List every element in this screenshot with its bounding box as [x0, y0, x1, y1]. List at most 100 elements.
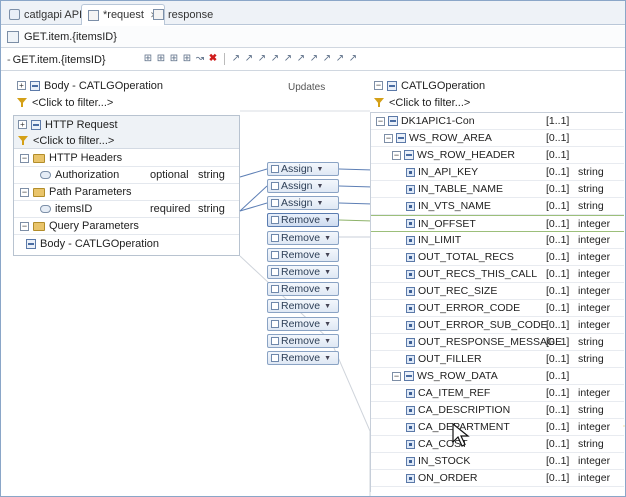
chevron-down-icon[interactable]: ▼	[324, 303, 331, 310]
field-cardinality: [0..1]	[546, 302, 570, 314]
tree-row-in-stock[interactable]: IN_STOCK [0..1] integer	[371, 453, 624, 470]
chevron-down-icon[interactable]: ▼	[324, 321, 331, 328]
assign-transform[interactable]: Assign ▼	[267, 196, 339, 210]
tree-row-in-offset[interactable]: IN_OFFSET [0..1] integer	[371, 215, 624, 232]
field-type: integer	[578, 387, 611, 399]
remove-transform[interactable]: Remove ▼	[267, 248, 339, 262]
field-type: integer	[578, 455, 611, 467]
field-cardinality: [0..1]	[546, 200, 570, 212]
tree-row-on-order[interactable]: ON_ORDER [0..1] integer	[371, 470, 624, 487]
tree-row-ca-cost[interactable]: CA_COST [0..1] string	[371, 436, 624, 453]
tree-row-out-total-recs[interactable]: OUT_TOTAL_RECS [0..1] integer	[371, 249, 624, 266]
transform-icon	[271, 302, 279, 310]
tree-row-ca-description[interactable]: CA_DESCRIPTION [0..1] string	[371, 402, 624, 419]
mouse-cursor-icon	[452, 423, 470, 447]
collapse-icon[interactable]: −	[376, 116, 385, 126]
tree-row-in-vts-name[interactable]: IN_VTS_NAME [0..1] string	[371, 198, 624, 215]
field-name: OUT_TOTAL_RECS	[418, 251, 514, 263]
field-cardinality: [0..1]	[546, 268, 570, 280]
assign-transform[interactable]: Assign ▼	[267, 162, 339, 176]
tree-row-ws-row-header[interactable]: − WS_ROW_HEADER [0..1]	[371, 147, 624, 164]
field-icon	[406, 184, 415, 194]
tree-row-ca-department[interactable]: CA_DEPARTMENT [0..1] integer	[371, 419, 624, 436]
field-name: OUT_ERROR_SUB_CODE	[418, 319, 548, 331]
transform-label: Remove	[281, 214, 321, 226]
tree-row-ca-item-ref[interactable]: CA_ITEM_REF [0..1] integer	[371, 385, 624, 402]
field-name: OUT_REC_SIZE	[418, 285, 498, 297]
field-type: integer	[578, 268, 611, 280]
tree-row-in-api-key[interactable]: IN_API_KEY [0..1] string	[371, 164, 624, 181]
chevron-down-icon[interactable]: ▼	[324, 217, 331, 224]
field-name: IN_OFFSET	[418, 217, 476, 230]
remove-transform[interactable]: Remove ▼	[267, 334, 339, 348]
field-type: integer	[578, 217, 611, 230]
field-type: integer	[578, 319, 611, 331]
tree-row-out-error-code[interactable]: OUT_ERROR_CODE [0..1] integer	[371, 300, 624, 317]
field-icon	[406, 303, 415, 313]
chevron-down-icon[interactable]: ▼	[324, 235, 331, 242]
remove-transform[interactable]: Remove ▼	[267, 317, 339, 331]
field-name: OUT_RECS_THIS_CALL	[418, 268, 538, 280]
field-cardinality: [0..1]	[546, 319, 570, 331]
chevron-down-icon[interactable]: ▼	[324, 286, 331, 293]
transform-label: Remove	[281, 352, 321, 364]
structure-icon	[404, 371, 414, 381]
field-name: OUT_FILLER	[418, 353, 482, 365]
tree-row-dk1apic1-con[interactable]: − DK1APIC1-Con [1..1]	[371, 113, 624, 130]
chevron-down-icon[interactable]: ▼	[324, 355, 331, 362]
structure-icon	[404, 150, 414, 160]
remove-transform[interactable]: Remove ▼	[267, 282, 339, 296]
chevron-down-icon[interactable]: ▼	[317, 183, 324, 190]
field-type: string	[578, 404, 604, 416]
chevron-down-icon[interactable]: ▼	[317, 166, 324, 173]
field-icon	[406, 337, 415, 347]
field-name: IN_API_KEY	[418, 166, 479, 178]
assign-transform[interactable]: Assign ▼	[267, 179, 339, 193]
field-icon	[406, 252, 415, 262]
collapse-icon[interactable]: −	[392, 371, 401, 381]
field-cardinality: [0..1]	[546, 217, 570, 230]
collapse-icon[interactable]: −	[392, 150, 401, 160]
structure-icon	[387, 80, 397, 91]
chevron-down-icon[interactable]: ▼	[324, 252, 331, 259]
tree-row-out-response-message[interactable]: OUT_RESPONSE_MESSAGE [0..1] string	[371, 334, 624, 351]
tree-row-out-filler[interactable]: OUT_FILLER [0..1] string	[371, 351, 624, 368]
target-tree: − DK1APIC1-Con [1..1] − WS_ROW_AREA [0..1]…	[370, 112, 624, 492]
field-icon	[406, 201, 415, 211]
filter-icon	[374, 97, 385, 108]
tree-row-in-table-name[interactable]: IN_TABLE_NAME [0..1] string	[371, 181, 624, 198]
operation-filter[interactable]: <Click to filter...>	[370, 94, 623, 111]
structure-icon	[396, 133, 406, 143]
transform-icon	[271, 216, 279, 224]
field-cardinality: [0..1]	[546, 455, 570, 467]
chevron-down-icon[interactable]: ▼	[324, 269, 331, 276]
tree-row-ws-row-area[interactable]: − WS_ROW_AREA [0..1]	[371, 130, 624, 147]
field-name: OUT_RESPONSE_MESSAGE	[418, 336, 563, 348]
collapse-icon[interactable]: −	[374, 81, 383, 90]
transform-icon	[271, 320, 279, 328]
remove-transform[interactable]: Remove ▼	[267, 265, 339, 279]
tree-row-ws-row-data[interactable]: − WS_ROW_DATA [0..1]	[371, 368, 624, 385]
transform-icon	[271, 234, 279, 242]
tree-row-out-rec-size[interactable]: OUT_REC_SIZE [0..1] integer	[371, 283, 624, 300]
remove-transform[interactable]: Remove ▼	[267, 299, 339, 313]
chevron-down-icon[interactable]: ▼	[317, 200, 324, 207]
chevron-down-icon[interactable]: ▼	[324, 338, 331, 345]
tree-row-in-limit[interactable]: IN_LIMIT [0..1] integer	[371, 232, 624, 249]
remove-transform[interactable]: Remove ▼	[267, 213, 339, 227]
collapse-icon[interactable]: −	[384, 133, 393, 143]
field-cardinality: [0..1]	[546, 285, 570, 297]
remove-transform[interactable]: Remove ▼	[267, 351, 339, 365]
field-type: string	[578, 183, 604, 195]
mapping-line	[338, 168, 374, 171]
remove-transform[interactable]: Remove ▼	[267, 231, 339, 245]
mapping-line	[338, 202, 374, 205]
tree-row-out-error-sub-code[interactable]: OUT_ERROR_SUB_CODE [0..1] integer	[371, 317, 624, 334]
catlg-operation-header[interactable]: − CATLGOperation	[370, 77, 623, 94]
field-cardinality: [1..1]	[546, 115, 570, 127]
transform-label: Remove	[281, 318, 321, 330]
field-icon	[406, 422, 415, 432]
tree-row-out-recs-this-call[interactable]: OUT_RECS_THIS_CALL [0..1] integer	[371, 266, 624, 283]
field-name: IN_LIMIT	[418, 234, 462, 246]
field-type: integer	[578, 421, 611, 433]
